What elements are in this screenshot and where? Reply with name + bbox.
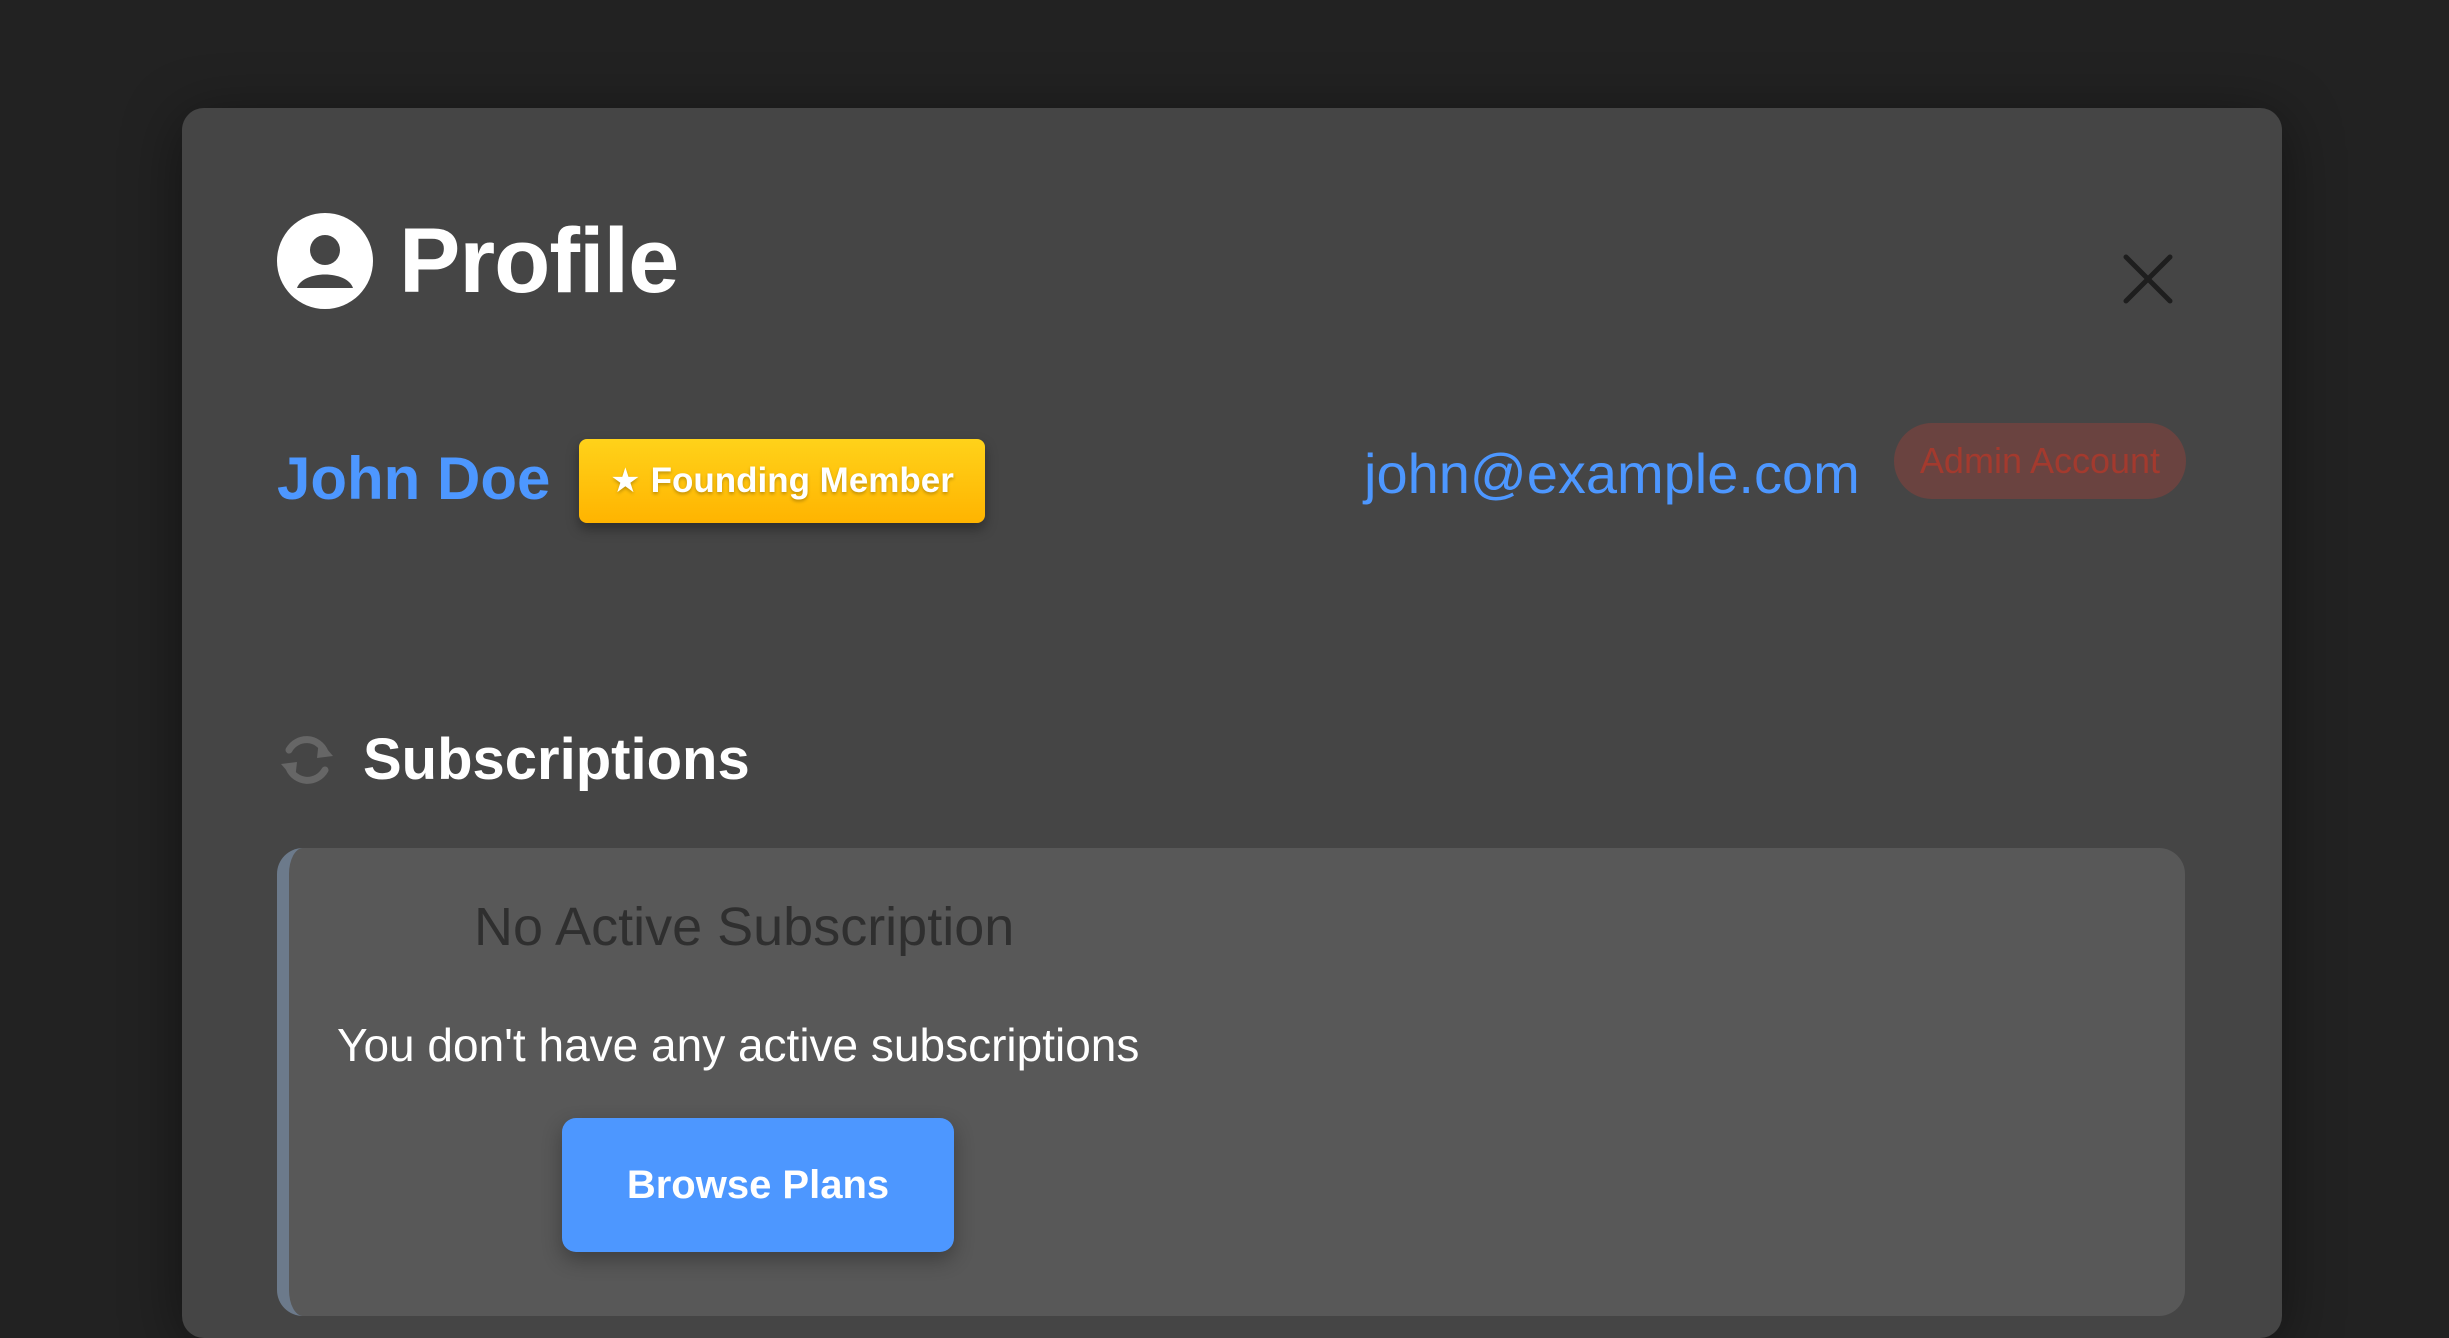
close-icon bbox=[2123, 254, 2173, 304]
close-button[interactable] bbox=[2112, 243, 2184, 315]
user-info-row: John Doe ★ Founding Member john@example.… bbox=[277, 423, 2187, 533]
user-name: John Doe bbox=[277, 444, 551, 512]
no-subscription-title: No Active Subscription bbox=[474, 897, 1015, 957]
subscriptions-header: Subscriptions bbox=[277, 726, 750, 793]
profile-modal: Profile John Doe ★ Founding Member john@… bbox=[182, 108, 2282, 1338]
user-email: john@example.com bbox=[1364, 441, 1860, 505]
subscription-card: No Active Subscription You don't have an… bbox=[277, 848, 2185, 1316]
star-icon: ★ bbox=[610, 462, 641, 500]
browse-plans-button[interactable]: Browse Plans bbox=[562, 1118, 954, 1252]
user-circle-icon bbox=[277, 213, 373, 309]
modal-header: Profile bbox=[277, 210, 679, 312]
admin-account-badge: Admin Account bbox=[1894, 423, 2186, 499]
page-title: Profile bbox=[399, 210, 679, 312]
founding-member-badge: ★ Founding Member bbox=[579, 439, 985, 523]
no-subscription-description: You don't have any active subscriptions bbox=[337, 1019, 1140, 1071]
founding-member-label: Founding Member bbox=[650, 461, 954, 500]
sync-icon bbox=[281, 735, 333, 784]
subscriptions-title: Subscriptions bbox=[363, 727, 750, 792]
